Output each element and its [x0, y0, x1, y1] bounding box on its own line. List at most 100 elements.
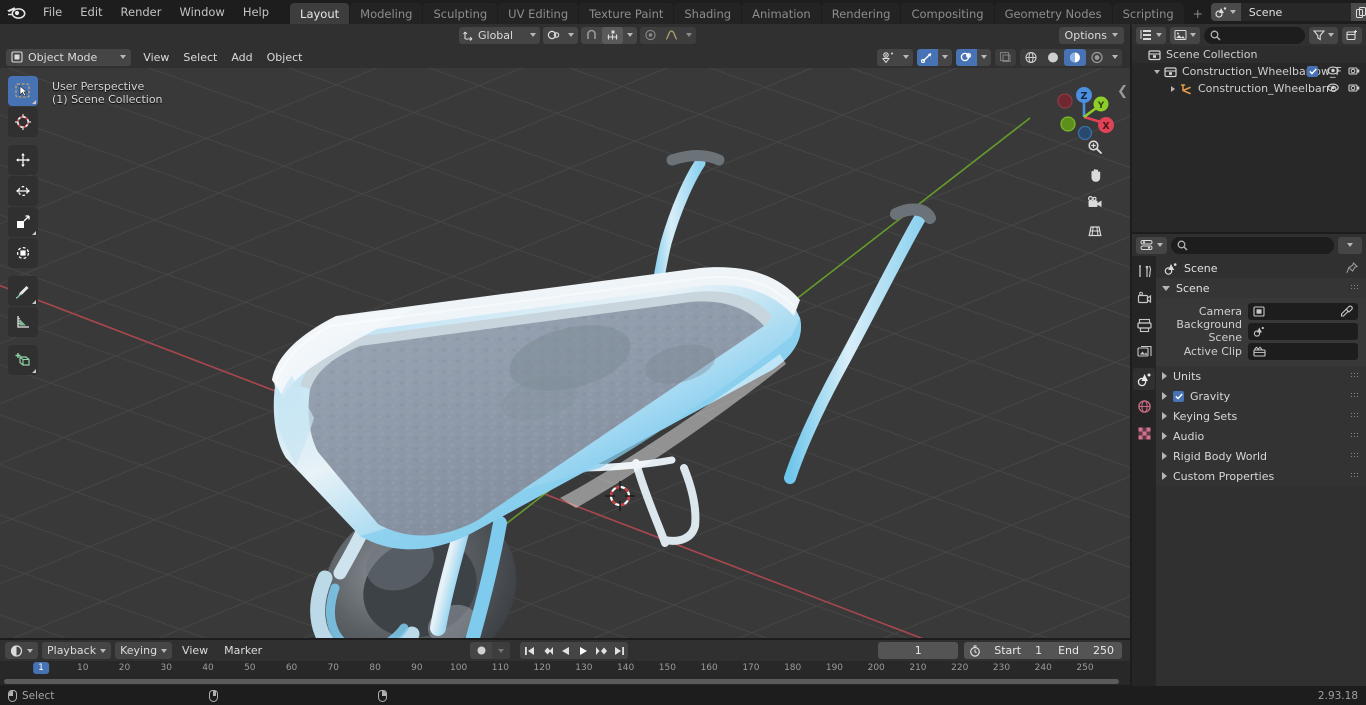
workspace-tab-shading[interactable]: Shading — [674, 3, 742, 26]
xray-toggle-group[interactable] — [995, 48, 1016, 66]
frame-start-field[interactable]: Start 1 — [986, 644, 1050, 657]
workspace-tab-rendering[interactable]: Rendering — [821, 3, 901, 26]
shading-modes-group[interactable] — [1020, 48, 1122, 66]
chevron-down-icon[interactable] — [938, 49, 952, 66]
wireframe-shading-icon[interactable] — [1020, 49, 1042, 66]
play-reverse-button[interactable] — [556, 642, 574, 659]
solid-shading-icon[interactable] — [1042, 49, 1064, 66]
workspace-tab-compositing[interactable]: Compositing — [901, 3, 994, 26]
add-workspace-button[interactable]: + — [1185, 3, 1211, 26]
top-menu-edit[interactable]: Edit — [71, 3, 111, 21]
frame-end-field[interactable]: End 250 — [1050, 644, 1122, 657]
outliner-row[interactable]: Construction_Wheelbarrow_F — [1132, 63, 1366, 80]
panel-header-keying-sets[interactable]: Keying Sets — [1156, 406, 1366, 426]
gizmo-group[interactable] — [917, 48, 952, 66]
toggle-xray-icon[interactable] — [995, 49, 1016, 66]
panel-header-audio[interactable]: Audio — [1156, 426, 1366, 446]
scene-selector[interactable]: Scene — [1210, 3, 1366, 21]
active-clip-field[interactable] — [1248, 342, 1358, 360]
properties-search-input[interactable] — [1171, 236, 1334, 254]
auto-keying-group[interactable] — [470, 642, 511, 659]
snap-magnet-icon[interactable] — [581, 27, 602, 44]
proportional-falloff-sphere-icon[interactable] — [640, 27, 661, 44]
show-overlays-toggle[interactable] — [956, 48, 977, 66]
tool-tab[interactable] — [1133, 260, 1155, 282]
chevron-down-icon[interactable] — [977, 49, 991, 66]
tool-measure[interactable] — [8, 307, 38, 337]
panel-header-gravity[interactable]: Gravity — [1156, 386, 1366, 406]
workspace-tab-modeling[interactable]: Modeling — [350, 3, 423, 26]
workspace-tab-animation[interactable]: Animation — [742, 3, 821, 26]
outliner-new-collection-button[interactable] — [1342, 26, 1362, 44]
object-types-visibility-icon[interactable] — [877, 49, 899, 66]
overlays-group[interactable] — [956, 48, 991, 66]
jump-to-start-button[interactable] — [520, 642, 538, 659]
tool-transform[interactable] — [8, 238, 38, 268]
zoom-icon[interactable] — [1084, 136, 1106, 158]
outliner-search-input[interactable] — [1204, 26, 1305, 44]
show-gizmo-toggle[interactable] — [917, 48, 938, 66]
workspace-tab-uv-editing[interactable]: UV Editing — [498, 3, 579, 26]
pin-icon[interactable] — [1346, 262, 1358, 274]
outliner-row[interactable]: Construction_Wheelbarro — [1132, 80, 1366, 97]
proportional-editing-icon[interactable] — [543, 27, 564, 44]
jump-to-end-button[interactable] — [610, 642, 628, 659]
pan-hand-icon[interactable] — [1084, 164, 1106, 186]
outliner-filter-button[interactable] — [1309, 26, 1338, 44]
render-tab[interactable] — [1133, 287, 1155, 309]
viewport-options-dropdown[interactable]: Options — [1058, 26, 1124, 44]
view-layer-tab[interactable] — [1133, 341, 1155, 363]
chevron-down-icon[interactable] — [564, 27, 578, 44]
tool-rotate[interactable] — [8, 176, 38, 206]
play-button[interactable] — [574, 642, 592, 659]
outliner-row[interactable]: Scene Collection — [1132, 46, 1366, 63]
world-tab[interactable] — [1133, 395, 1155, 417]
timeline-playhead[interactable]: 1 — [33, 662, 49, 674]
properties-options-dropdown[interactable] — [1338, 236, 1362, 254]
disable-in-renders-icon[interactable] — [1348, 65, 1360, 79]
timeline-menu-marker[interactable]: Marker — [218, 643, 268, 658]
eyedropper-icon[interactable] — [1340, 305, 1353, 317]
falloff-curve-icon[interactable] — [661, 27, 682, 44]
panel-header-rigid-body-world[interactable]: Rigid Body World — [1156, 446, 1366, 466]
tool-annotate[interactable] — [8, 276, 38, 306]
camera-view-icon[interactable] — [1084, 192, 1106, 214]
jump-to-next-keyframe-button[interactable] — [592, 642, 610, 659]
panel-header-custom-properties[interactable]: Custom Properties — [1156, 466, 1366, 486]
tool-move[interactable] — [8, 145, 38, 175]
scene-name-field[interactable]: Scene — [1240, 3, 1351, 21]
affect-only-group[interactable] — [640, 26, 697, 44]
background-scene-field[interactable] — [1248, 322, 1358, 340]
timeline-ruler[interactable]: 1 10 20 30 40 50 60 70 80 90 100 110 120 130 140 150 16… — [0, 661, 1130, 677]
proportional-editing-group[interactable] — [543, 26, 579, 44]
tool-scale[interactable] — [8, 207, 38, 237]
viewport-menu-add[interactable]: Add — [225, 50, 258, 65]
orthographic-toggle-icon[interactable] — [1084, 220, 1106, 242]
tool-add-cube[interactable] — [8, 345, 38, 375]
properties-editor-type-selector[interactable] — [1136, 236, 1167, 254]
viewport-menu-object[interactable]: Object — [261, 50, 309, 65]
workspace-tab-sculpting[interactable]: Sculpting — [423, 3, 498, 26]
outliner-editor-type-selector[interactable] — [1136, 26, 1166, 44]
top-menu-render[interactable]: Render — [112, 3, 171, 21]
viewport-menu-select[interactable]: Select — [177, 50, 223, 65]
use-preview-range-icon[interactable] — [964, 642, 986, 659]
panel-header-units[interactable]: Units — [1156, 366, 1366, 386]
hide-in-viewport-icon[interactable] — [1327, 82, 1339, 96]
mode-selector[interactable]: Object Mode — [6, 48, 132, 66]
workspace-tab-texture-paint[interactable]: Texture Paint — [579, 3, 674, 26]
transform-orientation-dropdown[interactable]: Global — [459, 26, 541, 44]
chevron-down-icon[interactable] — [1108, 49, 1122, 66]
timeline-editor-type-selector[interactable] — [5, 642, 38, 659]
chevron-down-icon[interactable] — [492, 642, 511, 659]
chevron-down-icon[interactable] — [899, 49, 913, 66]
scene-data-icon[interactable] — [1210, 3, 1241, 21]
jump-to-prev-keyframe-button[interactable] — [538, 642, 556, 659]
timeline-menu-view[interactable]: View — [176, 643, 214, 658]
hide-in-viewport-icon[interactable] — [1327, 65, 1339, 79]
record-icon[interactable] — [470, 642, 492, 659]
new-scene-button[interactable] — [1350, 3, 1366, 21]
current-frame-field[interactable]: 1 — [878, 642, 959, 659]
material-preview-shading-icon[interactable] — [1064, 48, 1086, 66]
texture-tab[interactable] — [1133, 422, 1155, 444]
